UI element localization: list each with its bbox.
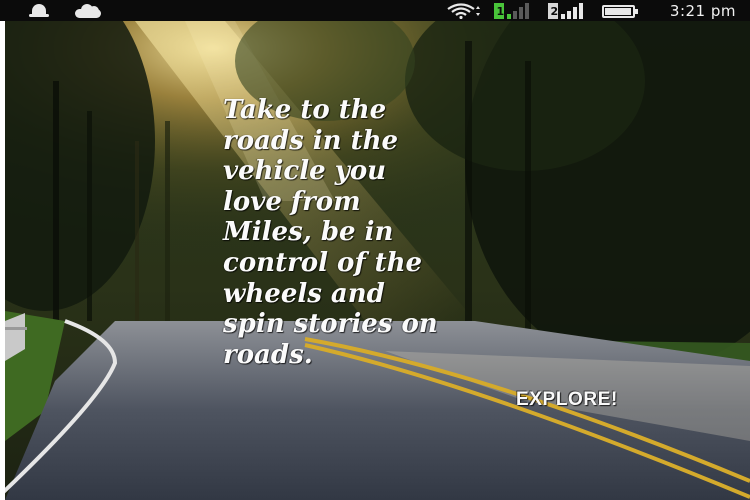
status-bar: 1 2 3:21 pm [0,0,750,21]
notification-bell-icon [28,3,50,19]
hero-section: Take to the roads in the vehicle you lov… [5,21,750,500]
explore-button[interactable]: EXPLORE! [516,389,618,411]
sim-2-signal-icon: 2 [547,2,592,19]
status-system: 1 2 3:21 pm [446,2,736,20]
sim-1-signal-icon: 1 [493,2,538,19]
sim-1-label: 1 [496,5,504,18]
hero-tagline: Take to the roads in the vehicle you lov… [223,95,438,370]
cloud-sync-icon [72,3,104,19]
battery-icon [601,4,642,18]
status-notifications [28,3,104,19]
wifi-icon [446,2,484,19]
sim-2-label: 2 [550,5,558,18]
status-clock: 3:21 pm [669,1,736,20]
